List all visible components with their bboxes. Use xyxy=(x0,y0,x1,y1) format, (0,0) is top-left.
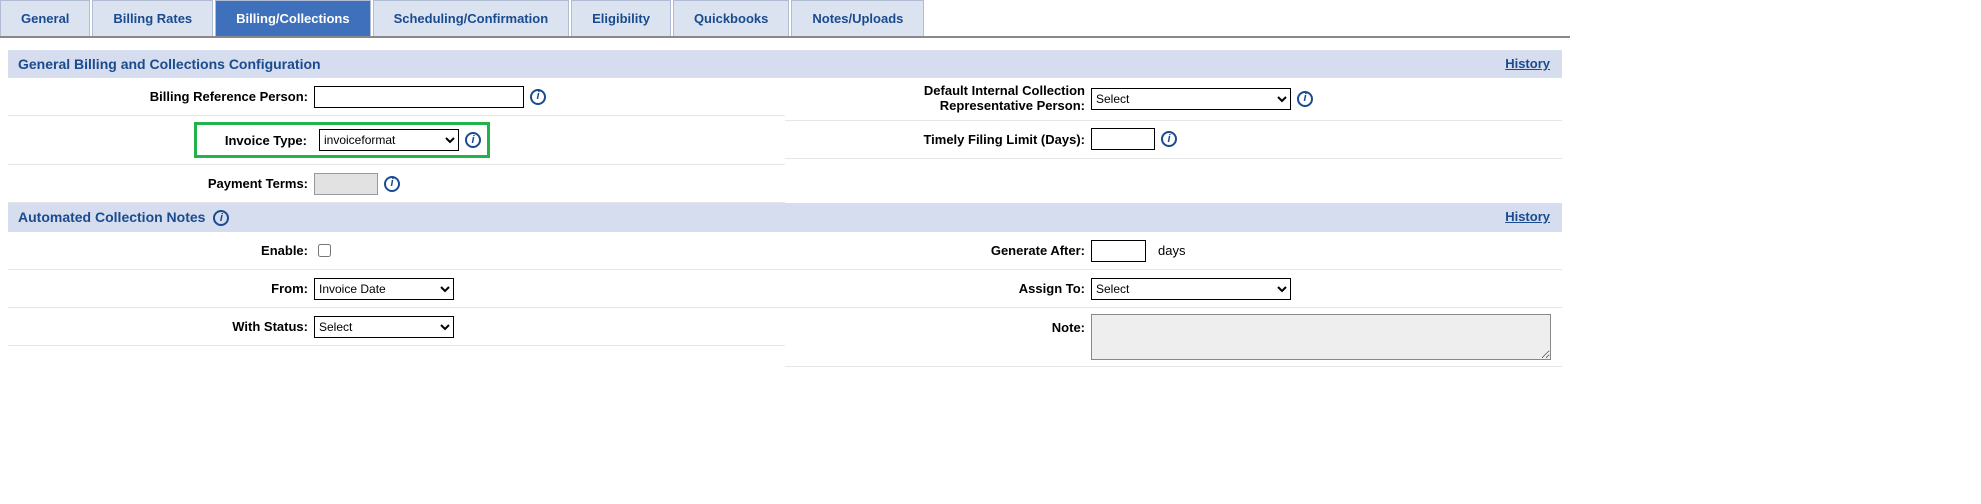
assign-to-select[interactable]: Select xyxy=(1091,278,1291,300)
from-select[interactable]: Invoice Date xyxy=(314,278,454,300)
with-status-select[interactable]: Select xyxy=(314,316,454,338)
enable-checkbox[interactable] xyxy=(318,244,331,257)
history-link-acn[interactable]: History xyxy=(1505,209,1550,224)
tab-billing-collections[interactable]: Billing/Collections xyxy=(215,0,370,36)
invoice-type-label: Invoice Type: xyxy=(203,133,313,148)
section-automated-notes-title: Automated Collection Notes xyxy=(18,209,205,225)
tab-notes-uploads[interactable]: Notes/Uploads xyxy=(791,0,924,36)
info-icon[interactable]: i xyxy=(1297,91,1313,107)
billing-ref-label: Billing Reference Person: xyxy=(14,89,314,104)
tab-scheduling-confirmation[interactable]: Scheduling/Confirmation xyxy=(373,0,570,36)
section-general-billing-header: General Billing and Collections Configur… xyxy=(8,50,1562,78)
payment-terms-label: Payment Terms: xyxy=(14,176,314,191)
tab-quickbooks[interactable]: Quickbooks xyxy=(673,0,789,36)
tab-general[interactable]: General xyxy=(0,0,90,36)
default-rep-select[interactable]: Select xyxy=(1091,88,1291,110)
note-textarea[interactable] xyxy=(1091,314,1551,360)
timely-filing-input[interactable] xyxy=(1091,128,1155,150)
info-icon[interactable]: i xyxy=(530,89,546,105)
section-automated-notes-header: Automated Collection Notes i History xyxy=(8,203,1562,232)
billing-ref-input[interactable] xyxy=(314,86,524,108)
default-rep-label: Default Internal Collection Representati… xyxy=(791,84,1091,114)
info-icon[interactable]: i xyxy=(1161,131,1177,147)
generate-after-label: Generate After: xyxy=(791,243,1091,258)
with-status-label: With Status: xyxy=(14,319,314,334)
tabs-bar: General Billing Rates Billing/Collection… xyxy=(0,0,1570,38)
info-icon[interactable]: i xyxy=(213,210,229,226)
section-general-billing-title: General Billing and Collections Configur… xyxy=(18,56,321,72)
note-label: Note: xyxy=(791,314,1091,335)
assign-to-label: Assign To: xyxy=(791,281,1091,296)
from-label: From: xyxy=(14,281,314,296)
history-link-gbc[interactable]: History xyxy=(1505,56,1550,71)
info-icon[interactable]: i xyxy=(465,132,481,148)
tab-billing-rates[interactable]: Billing Rates xyxy=(92,0,213,36)
payment-terms-input xyxy=(314,173,378,195)
generate-after-input[interactable] xyxy=(1091,240,1146,262)
timely-filing-label: Timely Filing Limit (Days): xyxy=(791,132,1091,147)
generate-after-suffix: days xyxy=(1158,243,1185,258)
enable-label: Enable: xyxy=(14,243,314,258)
tab-eligibility[interactable]: Eligibility xyxy=(571,0,671,36)
info-icon[interactable]: i xyxy=(384,176,400,192)
invoice-type-highlight: Invoice Type: invoiceformat i xyxy=(194,122,490,158)
invoice-type-select[interactable]: invoiceformat xyxy=(319,129,459,151)
